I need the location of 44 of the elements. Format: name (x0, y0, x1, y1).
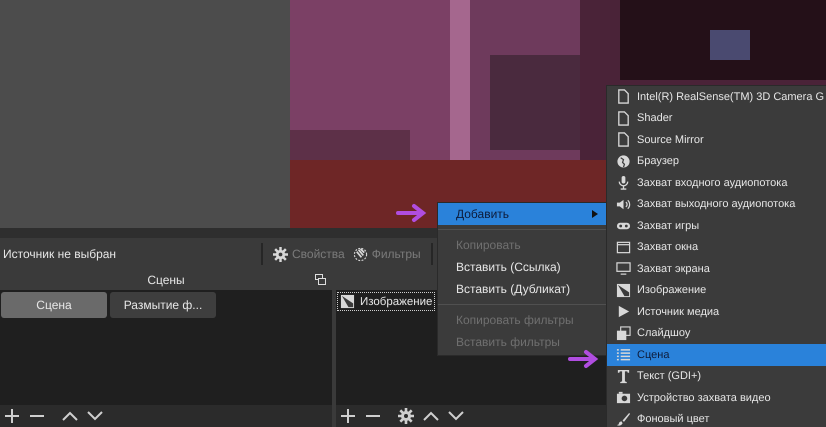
camera-icon (616, 390, 631, 406)
document-icon (616, 89, 631, 104)
menu-item[interactable]: Источник медиа (607, 301, 826, 322)
source-item[interactable]: Изображение (337, 292, 436, 311)
add-icon[interactable] (4, 408, 20, 424)
menu-item[interactable]: Изображение (607, 280, 826, 301)
brush-icon (616, 412, 631, 427)
menu-item[interactable]: Intel(R) RealSense(TM) 3D Camera G (607, 86, 826, 108)
slides-icon (616, 326, 631, 341)
menu-item[interactable]: Вставить (Дубликат) (438, 278, 606, 300)
menu-item[interactable]: Захват входного аудиопотока (607, 172, 826, 194)
menu-item[interactable]: Вставить (Ссылка) (438, 256, 606, 278)
image-icon (616, 282, 631, 298)
undock-icon[interactable] (315, 274, 326, 285)
globe-icon (616, 154, 631, 169)
text-icon (616, 368, 631, 384)
scene-item[interactable]: Сцена (1, 292, 107, 318)
microphone-icon (616, 175, 631, 190)
gear-icon (273, 246, 288, 262)
filter-icon (352, 246, 368, 262)
list-icon (616, 347, 631, 362)
menu-item[interactable]: Браузер (607, 150, 826, 172)
menu-item[interactable]: Захват экрана (607, 258, 826, 280)
monitor-icon (616, 261, 631, 276)
status-text: Источник не выбран (3, 247, 118, 261)
menu-item[interactable]: Устройство захвата видео (607, 387, 826, 408)
settings-icon[interactable] (398, 408, 414, 424)
scene-item[interactable]: Размытие ф... (110, 292, 216, 318)
menu-item[interactable]: Сцена (607, 344, 826, 366)
play-icon (616, 304, 631, 320)
menu-item[interactable]: Захват выходного аудиопотока (607, 194, 826, 215)
menu-item[interactable]: Захват окна (607, 236, 826, 258)
menu-item[interactable]: Захват игры (607, 215, 826, 236)
window-icon (616, 240, 631, 255)
menu-item[interactable]: Слайдшоу (607, 322, 826, 344)
menu-item[interactable]: Source Mirror (607, 129, 826, 150)
add-icon[interactable] (340, 408, 356, 424)
menu-item[interactable]: Добавить (438, 203, 606, 225)
image-icon (340, 294, 355, 309)
panel-title: Сцены (147, 273, 185, 287)
menu-item[interactable]: Shader (607, 108, 826, 129)
document-icon (616, 110, 631, 126)
menu-item[interactable]: Текст (GDI+) (607, 366, 826, 387)
document-icon (616, 132, 631, 148)
